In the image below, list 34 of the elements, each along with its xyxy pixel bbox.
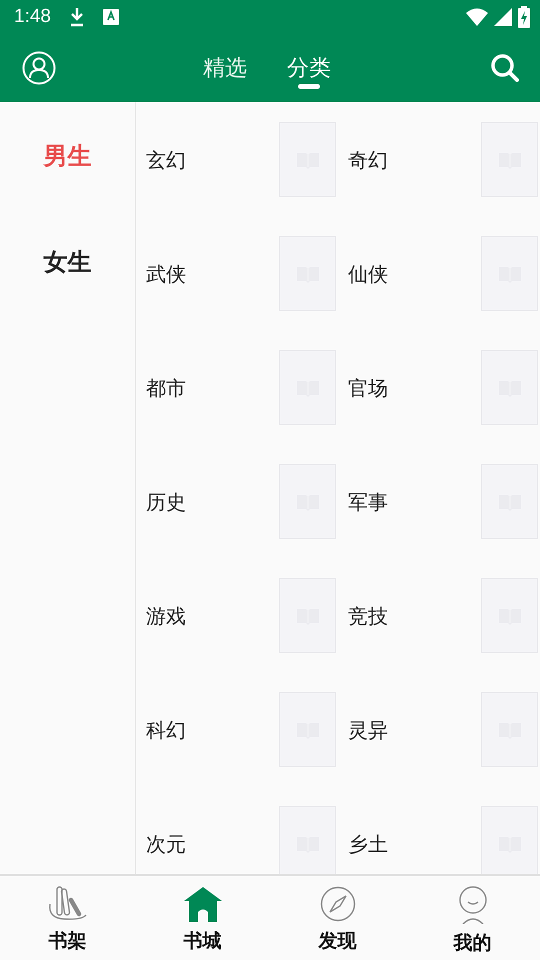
battery-icon [518,6,530,28]
sidebar-item[interactable]: 女生 [0,238,135,344]
category-label[interactable]: 官场 [348,375,388,402]
category-label[interactable]: 科幻 [146,717,186,744]
category-label[interactable]: 玄幻 [146,147,186,174]
nav-tab[interactable]: 书城 [135,876,270,960]
header-tab[interactable]: 分类 [287,43,331,93]
search-icon[interactable] [490,53,520,83]
nav-tab[interactable]: 我的 [405,876,540,960]
download-icon [68,7,85,27]
signal-icon [494,8,512,26]
category-label[interactable]: 仙侠 [348,261,388,288]
smiley-user-icon [458,886,488,924]
bookshelf-icon [48,886,88,922]
keyboard-icon [102,9,119,25]
profile-icon[interactable] [22,51,56,85]
status-time: 1:48 [14,6,51,28]
category-label[interactable]: 奇幻 [348,147,388,174]
nav-tab[interactable]: 发现 [270,876,405,960]
sidebar-item[interactable]: 男生 [0,132,135,238]
category-label[interactable]: 次元 [146,831,186,858]
category-label[interactable]: 灵异 [348,717,388,744]
category-label[interactable]: 乡土 [348,831,388,858]
house-icon [182,886,222,922]
category-label[interactable]: 武侠 [146,261,186,288]
category-label[interactable]: 历史 [146,489,186,516]
wifi-icon [466,8,488,26]
nav-tab[interactable]: 书架 [0,876,135,960]
compass-icon [320,886,356,922]
category-label[interactable]: 都市 [146,375,186,402]
category-label[interactable]: 军事 [348,489,388,516]
header-tab[interactable]: 精选 [203,43,247,93]
category-label[interactable]: 游戏 [146,603,186,630]
category-label[interactable]: 竞技 [348,603,388,630]
